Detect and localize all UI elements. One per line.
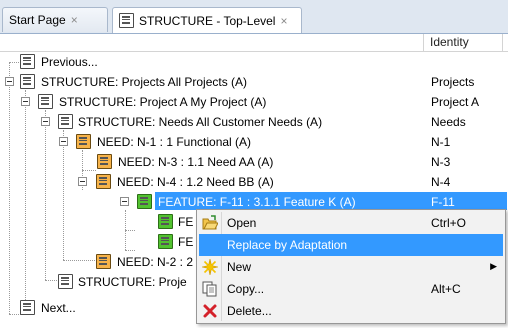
submenu-arrow-icon: ▶ <box>490 261 497 271</box>
tree-row-label: STRUCTURE: Needs All Customer Needs (A) <box>78 115 323 129</box>
collapse-toggle[interactable] <box>78 177 87 186</box>
tree-row-identity: F-11 <box>431 195 455 209</box>
menu-item-label: New <box>227 260 252 274</box>
menu-item-label: Delete... <box>227 304 272 318</box>
feature-icon <box>158 234 173 249</box>
tree-row-identity: Projects <box>431 75 475 89</box>
column-header: Identity <box>0 34 508 52</box>
tree-row-label: NEED: N-4 : 1.2 Need BB (A) <box>117 175 274 189</box>
tree-row-label: FE <box>178 235 194 249</box>
menu-item-replace-by-adaptation[interactable]: Replace by Adaptation <box>199 234 503 256</box>
tree-row[interactable]: NEED: N-4 : 1.2 Need BB (A) N-4 <box>0 172 508 192</box>
delete-x-icon <box>203 304 217 318</box>
collapse-toggle[interactable] <box>120 197 129 206</box>
close-icon[interactable]: × <box>71 13 78 27</box>
need-icon <box>97 154 112 169</box>
tree-row-previous[interactable]: Previous... <box>0 52 508 72</box>
tree-row-identity: N-3 <box>431 155 451 169</box>
tree-row[interactable]: NEED: N-3 : 1.1 Need AA (A) N-3 <box>0 152 508 172</box>
column-identity-header[interactable]: Identity <box>423 34 503 51</box>
document-icon <box>20 74 35 89</box>
context-menu: Open Ctrl+O Replace by Adaptation New ▶ … <box>196 209 506 324</box>
need-icon <box>76 134 91 149</box>
tree-row-identity: Needs <box>431 115 466 129</box>
tab-bar: Start Page × STRUCTURE - Top-Level × <box>0 0 508 34</box>
tab-start-page[interactable]: Start Page × <box>2 7 108 32</box>
document-icon <box>58 114 73 129</box>
tree-row-label: STRUCTURE: Projects All Projects (A) <box>41 75 248 89</box>
copy-icon <box>202 281 217 297</box>
tree-row-label: Next... <box>41 301 76 315</box>
tree-row-identity: Project A <box>431 95 480 109</box>
need-icon <box>96 174 111 189</box>
tree-row[interactable]: STRUCTURE: Needs All Customer Needs (A) … <box>0 112 508 132</box>
feature-icon <box>137 194 152 209</box>
menu-item-label: Open <box>227 216 257 230</box>
tree-row-label: NEED: N-3 : 1.1 Need AA (A) <box>118 155 274 169</box>
document-icon <box>20 54 35 69</box>
tree-row-label: Previous... <box>41 55 98 69</box>
feature-icon <box>158 214 173 229</box>
collapse-toggle[interactable] <box>21 97 30 106</box>
menu-item-open[interactable]: Open Ctrl+O <box>199 212 503 234</box>
tree-row[interactable]: NEED: N-1 : 1 Functional (A) N-1 <box>0 132 508 152</box>
tree-row-label: STRUCTURE: Project A My Project (A) <box>59 95 267 109</box>
menu-item-label: Copy... <box>227 282 265 296</box>
need-icon <box>96 254 111 269</box>
folder-open-icon <box>202 215 218 230</box>
tab-structure-top-level[interactable]: STRUCTURE - Top-Level × <box>112 7 302 33</box>
tab-label: Start Page <box>9 13 66 27</box>
menu-item-shortcut: Alt+C <box>431 282 461 296</box>
menu-item-shortcut: Ctrl+O <box>431 216 467 230</box>
tree-row-label: FE <box>178 215 194 229</box>
tree-row[interactable]: STRUCTURE: Project A My Project (A) Proj… <box>0 92 508 112</box>
menu-item-new[interactable]: New ▶ <box>199 256 503 278</box>
tree-row-label: STRUCTURE: Proje <box>78 275 187 289</box>
document-icon <box>58 274 73 289</box>
tree-row[interactable]: STRUCTURE: Projects All Projects (A) Pro… <box>0 72 508 92</box>
document-icon <box>20 300 35 315</box>
menu-item-delete[interactable]: Delete... <box>199 300 503 322</box>
new-star-icon <box>202 259 218 275</box>
tree-row-label: NEED: N-2 : 2 <box>117 255 194 269</box>
collapse-toggle[interactable] <box>41 117 50 126</box>
document-icon <box>38 94 53 109</box>
document-icon <box>119 13 134 28</box>
tree-row-identity: N-1 <box>431 135 451 149</box>
tree-row-identity: N-4 <box>431 175 451 189</box>
tab-label: STRUCTURE - Top-Level <box>139 13 276 28</box>
menu-item-copy[interactable]: Copy... Alt+C <box>199 278 503 300</box>
collapse-toggle[interactable] <box>5 77 14 86</box>
tree-row-label: FEATURE: F-11 : 3.1.1 Feature K (A) <box>158 195 356 209</box>
collapse-toggle[interactable] <box>59 137 68 146</box>
tree-row-label: NEED: N-1 : 1 Functional (A) <box>97 135 252 149</box>
close-icon[interactable]: × <box>280 14 287 28</box>
menu-item-label: Replace by Adaptation <box>227 238 348 252</box>
